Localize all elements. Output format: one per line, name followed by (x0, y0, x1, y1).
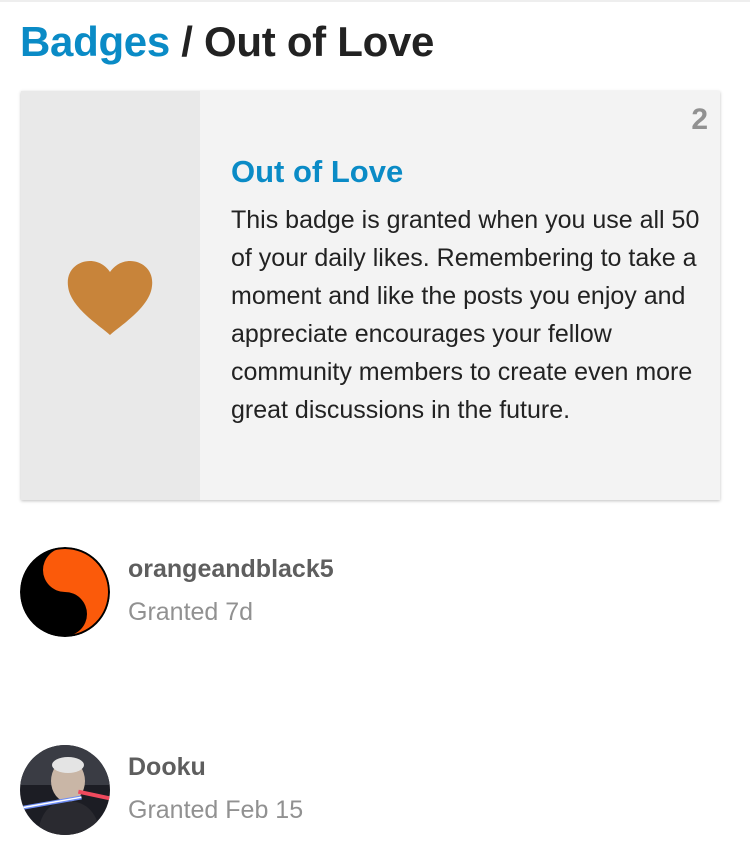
grantee-item: orangeandblack5 Granted 7d (20, 547, 720, 639)
yin-yang-avatar (20, 547, 110, 637)
breadcrumb-separator: / (181, 18, 193, 65)
grantee-item: Dooku Granted Feb 15 (20, 745, 720, 837)
top-divider (0, 0, 750, 2)
breadcrumb-current: Out of Love (204, 18, 435, 65)
badge-card: 2 Out of Love This badge is granted when… (21, 91, 720, 500)
badge-title: Out of Love (231, 154, 404, 189)
heart-icon (67, 261, 153, 335)
grant-count: 2 (691, 103, 708, 136)
avatar[interactable] (20, 547, 110, 637)
badge-description: This badge is granted when you use all 5… (231, 206, 700, 424)
photo-avatar (20, 745, 110, 835)
page-title: Badges / Out of Love (20, 14, 434, 70)
grantee-username[interactable]: Dooku (128, 751, 206, 783)
grant-date: Granted Feb 15 (128, 796, 304, 824)
avatar[interactable] (20, 745, 110, 835)
grant-date: Granted 7d (128, 598, 254, 626)
grantee-username[interactable]: orangeandblack5 (128, 553, 334, 585)
breadcrumb-badges-link[interactable]: Badges (20, 18, 170, 65)
badge-icon-panel (21, 91, 200, 500)
badge-info: Out of Love This badge is granted when y… (231, 153, 701, 429)
